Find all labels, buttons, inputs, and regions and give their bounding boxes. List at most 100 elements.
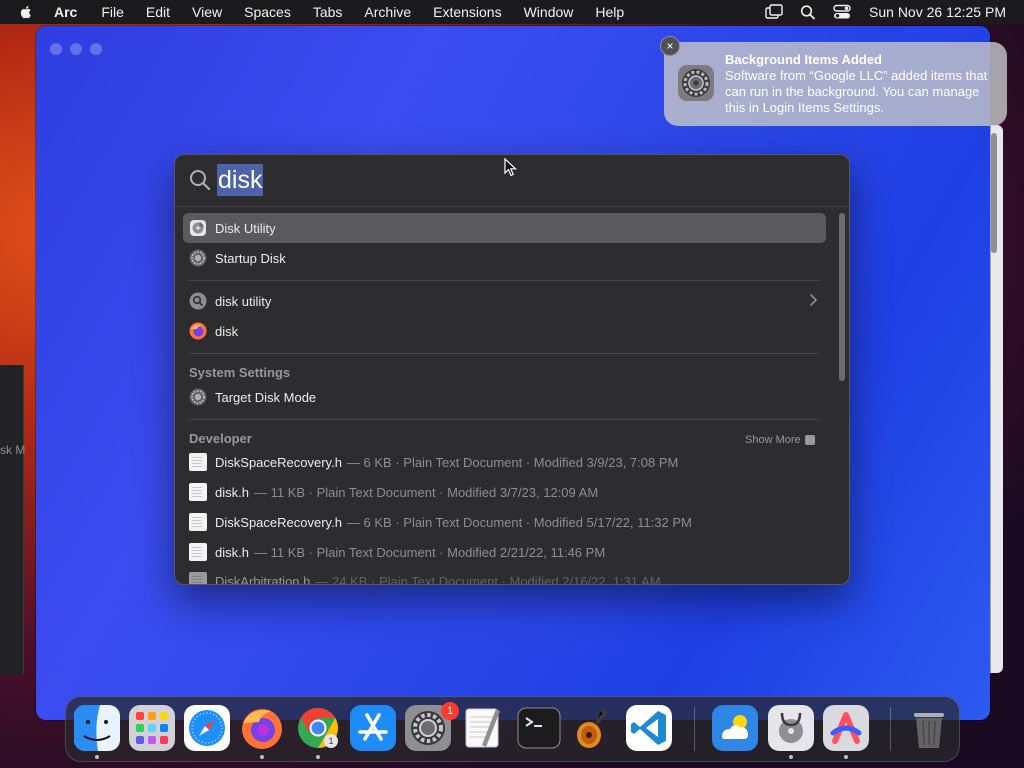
notification-title: Background Items Added bbox=[725, 52, 882, 67]
result-file[interactable]: DiskSpaceRecovery.h — 6 KB · Plain Text … bbox=[183, 507, 826, 537]
running-indicator bbox=[844, 755, 848, 759]
background-items-notification[interactable]: × Background Items Added Software from “… bbox=[660, 36, 1007, 126]
spotlight-results: Disk Utility Startup Disk disk utility d… bbox=[175, 207, 849, 585]
menu-edit[interactable]: Edit bbox=[146, 4, 170, 20]
disk-utility-icon bbox=[190, 220, 206, 236]
file-meta: — 6 KB · Plain Text Document · Modified … bbox=[346, 454, 679, 470]
menu-clock[interactable]: Sun Nov 26 12:25 PM bbox=[869, 4, 1006, 20]
result-target-disk-mode[interactable]: Target Disk Mode bbox=[183, 382, 826, 412]
suggestion-label: disk bbox=[215, 323, 239, 339]
document-icon bbox=[189, 453, 207, 471]
menu-help[interactable]: Help bbox=[595, 4, 624, 20]
finder-icon[interactable] bbox=[74, 705, 120, 751]
system-settings-icon bbox=[189, 249, 207, 267]
vscode-icon[interactable] bbox=[626, 705, 672, 751]
menu-bar: Arc File Edit View Spaces Tabs Archive E… bbox=[0, 0, 1024, 24]
firefox-icon bbox=[189, 322, 207, 340]
divider bbox=[189, 280, 819, 281]
trash-icon[interactable] bbox=[906, 705, 952, 751]
running-indicator bbox=[789, 755, 793, 759]
textedit-icon[interactable] bbox=[460, 705, 506, 751]
document-icon bbox=[189, 572, 207, 584]
control-center-icon[interactable] bbox=[833, 4, 851, 20]
result-startup-disk[interactable]: Startup Disk bbox=[183, 243, 826, 273]
app-store-icon[interactable] bbox=[350, 705, 396, 751]
dock-separator bbox=[890, 707, 891, 751]
file-meta: — 6 KB · Plain Text Document · Modified … bbox=[346, 514, 692, 530]
notification-badge: 1 bbox=[441, 702, 459, 720]
divider bbox=[189, 419, 819, 420]
garageband-icon[interactable] bbox=[571, 705, 617, 751]
dock-separator bbox=[694, 707, 695, 751]
file-meta: — 11 KB · Plain Text Document · Modified… bbox=[253, 544, 606, 560]
search-icon bbox=[190, 170, 211, 191]
file-name: DiskSpaceRecovery.h bbox=[215, 514, 342, 530]
window-icon[interactable] bbox=[765, 4, 783, 20]
close-window-button[interactable] bbox=[50, 43, 62, 55]
running-indicator bbox=[260, 755, 264, 759]
running-indicator bbox=[95, 755, 99, 759]
zoom-window-button[interactable] bbox=[90, 43, 102, 55]
launchpad-icon[interactable] bbox=[129, 705, 175, 751]
menu-spaces[interactable]: Spaces bbox=[244, 4, 291, 20]
result-file[interactable]: disk.h — 11 KB · Plain Text Document · M… bbox=[183, 477, 826, 507]
file-name: DiskSpaceRecovery.h bbox=[215, 454, 342, 470]
section-heading-system-settings: System Settings bbox=[189, 365, 291, 380]
menu-view[interactable]: View bbox=[192, 4, 222, 20]
arc-icon[interactable] bbox=[823, 705, 869, 751]
file-meta: — 11 KB · Plain Text Document · Modified… bbox=[253, 484, 599, 500]
suggestion-label: disk utility bbox=[215, 293, 272, 309]
result-file[interactable]: disk.h — 11 KB · Plain Text Document · M… bbox=[183, 537, 826, 567]
show-more-button[interactable]: Show More bbox=[745, 434, 815, 446]
result-disk-utility[interactable]: Disk Utility bbox=[183, 213, 826, 243]
notification-body: Software from “Google LLC” added items t… bbox=[725, 68, 988, 115]
result-file[interactable]: DiskSpaceRecovery.h — 6 KB · Plain Text … bbox=[183, 447, 826, 477]
running-indicator bbox=[316, 755, 320, 759]
file-name: disk.h bbox=[215, 544, 249, 560]
menu-archive[interactable]: Archive bbox=[364, 4, 411, 20]
file-name: disk.h bbox=[215, 484, 249, 500]
divider bbox=[189, 353, 819, 354]
document-icon bbox=[189, 513, 207, 531]
result-label: Target Disk Mode bbox=[215, 389, 317, 405]
result-label: Startup Disk bbox=[215, 250, 286, 266]
safari-icon[interactable] bbox=[184, 705, 230, 751]
search-icon[interactable] bbox=[799, 4, 817, 20]
background-window-text: sk M bbox=[0, 443, 26, 457]
result-label: Disk Utility bbox=[215, 220, 276, 236]
mouse-cursor-icon bbox=[504, 158, 518, 177]
disk-utility-icon[interactable] bbox=[768, 705, 814, 751]
chrome-update-badge: 1 bbox=[324, 734, 338, 748]
show-more-label: Show More bbox=[745, 434, 801, 446]
file-meta: — 24 KB · Plain Text Document · Modified… bbox=[315, 573, 661, 585]
system-settings-icon bbox=[189, 388, 207, 406]
search-icon bbox=[189, 292, 207, 310]
document-icon bbox=[189, 483, 207, 501]
result-file[interactable]: DiskArbitration.h — 24 KB · Plain Text D… bbox=[183, 566, 826, 585]
file-name: DiskArbitration.h bbox=[215, 573, 311, 585]
spotlight-scrollbar[interactable] bbox=[839, 213, 845, 381]
terminal-icon[interactable] bbox=[516, 705, 562, 751]
background-scrollbar[interactable] bbox=[991, 133, 997, 253]
suggestion-disk-firefox[interactable]: disk bbox=[183, 316, 826, 346]
document-icon bbox=[189, 543, 207, 561]
minimize-window-button[interactable] bbox=[70, 43, 82, 55]
suggestion-disk-utility[interactable]: disk utility bbox=[183, 286, 826, 316]
background-window-left[interactable]: sk M bbox=[0, 365, 26, 675]
menu-extensions[interactable]: Extensions bbox=[433, 4, 501, 20]
firefox-icon[interactable] bbox=[239, 705, 285, 751]
notification-close-button[interactable]: × bbox=[660, 36, 680, 56]
dock: 1 1 bbox=[65, 696, 960, 762]
menu-window[interactable]: Window bbox=[524, 4, 574, 20]
section-heading-developer: Developer bbox=[189, 431, 252, 446]
weather-icon[interactable] bbox=[712, 705, 758, 751]
menu-app-name[interactable]: Arc bbox=[54, 4, 77, 20]
system-settings-icon bbox=[678, 65, 714, 101]
chevron-right-icon[interactable] bbox=[808, 293, 818, 307]
menu-tabs[interactable]: Tabs bbox=[313, 4, 343, 20]
spotlight-panel[interactable]: disk Disk Utility Startup Disk disk util… bbox=[174, 154, 850, 585]
spotlight-search-input[interactable]: disk bbox=[217, 164, 264, 196]
menu-file[interactable]: File bbox=[101, 4, 124, 20]
apple-icon[interactable] bbox=[18, 4, 34, 20]
show-more-key-icon bbox=[804, 435, 815, 445]
